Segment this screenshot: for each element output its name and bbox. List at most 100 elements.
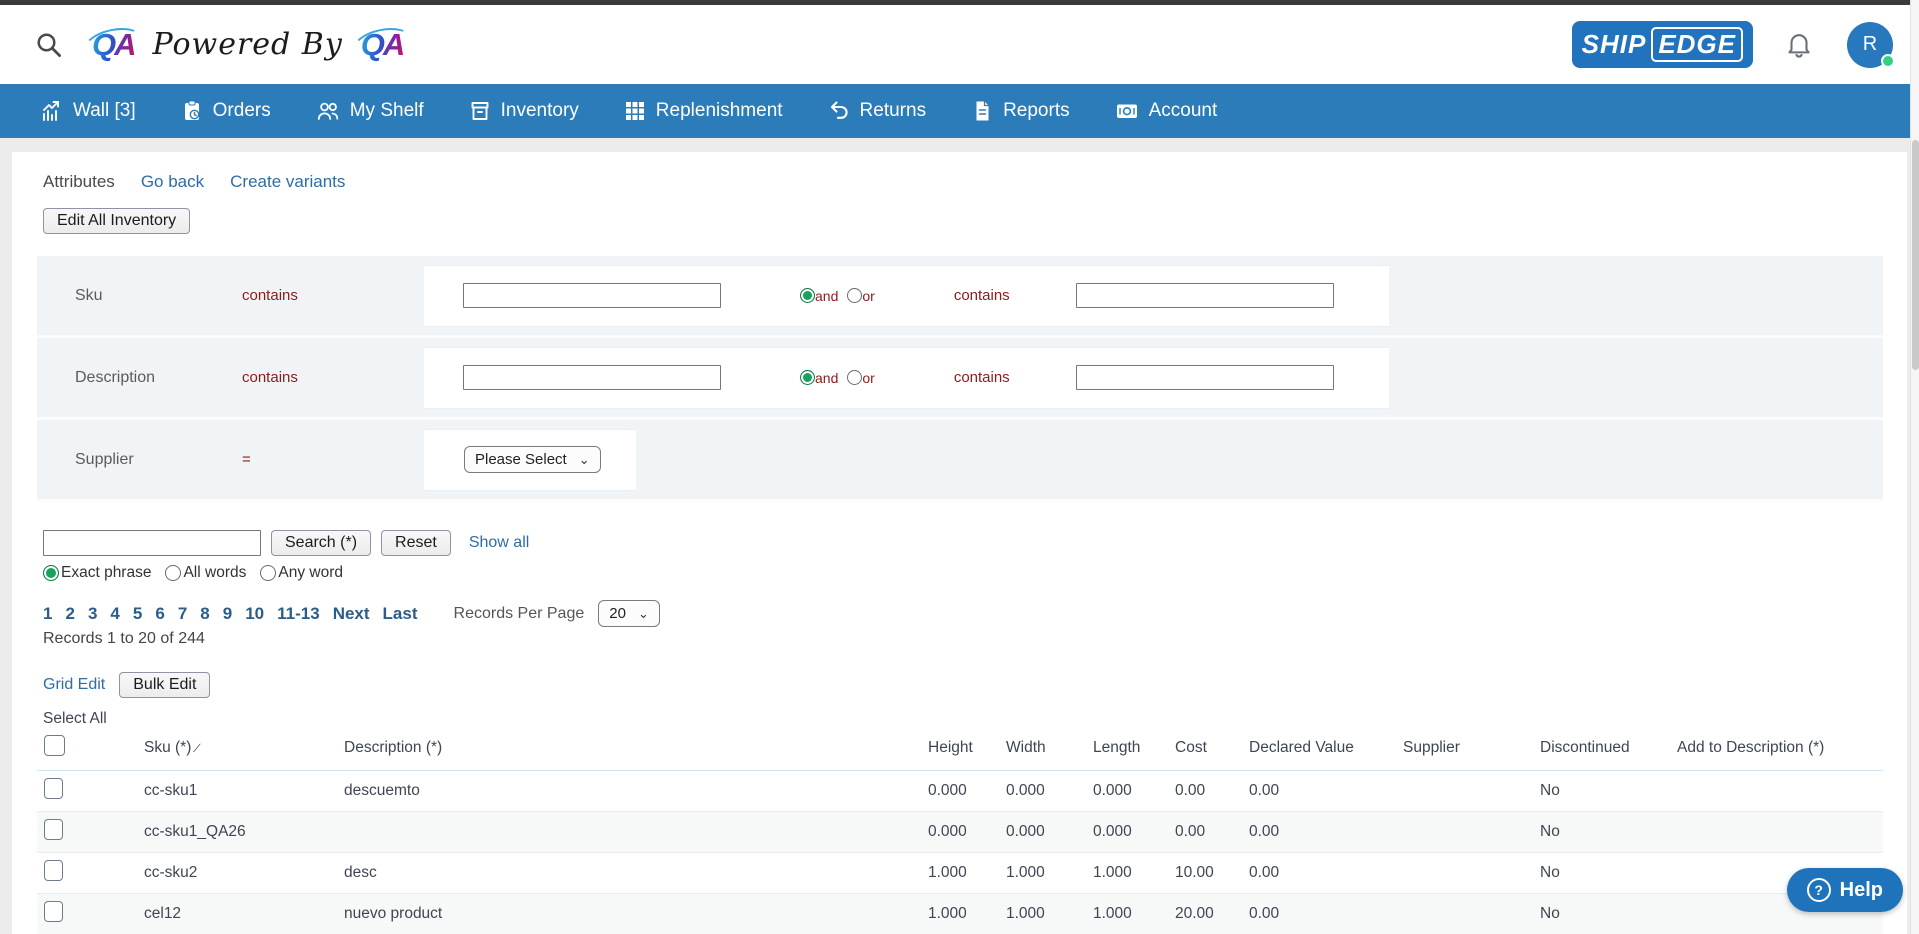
- page-title: Attributes: [43, 172, 115, 192]
- sku-contains-input-2[interactable]: [1076, 283, 1334, 308]
- page-link[interactable]: 8: [200, 604, 209, 624]
- page-link[interactable]: Next: [333, 604, 370, 624]
- page-link[interactable]: Last: [383, 604, 418, 624]
- cell-description: [344, 812, 928, 853]
- page-link[interactable]: 2: [65, 604, 74, 624]
- user-avatar[interactable]: R: [1847, 22, 1893, 68]
- sku-contains-input-1[interactable]: [463, 283, 721, 308]
- vertical-scrollbar[interactable]: [1910, 0, 1919, 934]
- shipedge-edge-text: EDGE: [1651, 27, 1743, 62]
- sku-or-radio[interactable]: [847, 288, 862, 303]
- help-button[interactable]: ? Help: [1787, 868, 1903, 912]
- page-link[interactable]: 11-13: [277, 604, 320, 624]
- description-contains-input-1[interactable]: [463, 365, 721, 390]
- company-logo: QA Powered By QA: [88, 27, 407, 63]
- column-header-add-to-description[interactable]: Add to Description (*): [1677, 730, 1883, 771]
- cell-sku: cc-sku1_QA26: [144, 812, 344, 853]
- filter-inputs-panel: and or contains: [424, 347, 1389, 409]
- shipedge-logo: SHIP EDGE: [1574, 23, 1751, 66]
- description-contains-input-2[interactable]: [1076, 365, 1334, 390]
- nav-item-label: Returns: [860, 100, 927, 122]
- column-header-sku[interactable]: Sku (*)∕: [144, 730, 344, 771]
- chevron-down-icon: ⌄: [579, 456, 590, 464]
- column-header-cost[interactable]: Cost: [1175, 730, 1249, 771]
- page-link[interactable]: 9: [223, 604, 232, 624]
- create-variants-link[interactable]: Create variants: [230, 172, 345, 192]
- scrollbar-thumb[interactable]: [1912, 140, 1919, 370]
- nav-item-inventory[interactable]: Inventory: [468, 99, 579, 123]
- search-input[interactable]: [43, 530, 261, 556]
- cell-description: descuemto: [344, 771, 928, 812]
- page-link[interactable]: 6: [155, 604, 164, 624]
- search-button[interactable]: Search (*): [271, 530, 371, 556]
- column-header-declared-value[interactable]: Declared Value: [1249, 730, 1403, 771]
- cell-length: 0.000: [1093, 812, 1175, 853]
- page-link[interactable]: 1: [43, 604, 52, 624]
- cell-sku: cc-sku1: [144, 771, 344, 812]
- page-link[interactable]: 7: [178, 604, 187, 624]
- column-header-width[interactable]: Width: [1006, 730, 1093, 771]
- column-header-discontinued[interactable]: Discontinued: [1540, 730, 1677, 771]
- bulk-edit-button[interactable]: Bulk Edit: [119, 672, 210, 698]
- row-checkbox[interactable]: [44, 860, 63, 881]
- sku-and-radio[interactable]: [800, 288, 815, 303]
- nav-item-returns[interactable]: Returns: [827, 99, 927, 123]
- nav-item-orders[interactable]: Orders: [180, 99, 271, 123]
- cell-cost: 20.00: [1175, 894, 1249, 934]
- table-row[interactable]: cc-sku1_QA26 0.000 0.000 0.000 0.00 0.00…: [37, 812, 1883, 853]
- page-link[interactable]: 10: [245, 604, 264, 624]
- nav-item-replenishment[interactable]: Replenishment: [623, 99, 783, 123]
- column-header-description[interactable]: Description (*): [344, 730, 928, 771]
- nav-item-reports[interactable]: Reports: [970, 99, 1070, 123]
- all-words-radio[interactable]: [165, 565, 181, 581]
- search-icon[interactable]: [34, 30, 64, 60]
- table-row[interactable]: cc-sku2 desc 1.000 1.000 1.000 10.00 0.0…: [37, 853, 1883, 894]
- sort-icon: ∕: [196, 741, 198, 755]
- reset-button[interactable]: Reset: [381, 530, 451, 556]
- table-row[interactable]: cc-sku1 descuemto 0.000 0.000 0.000 0.00…: [37, 771, 1883, 812]
- go-back-link[interactable]: Go back: [141, 172, 204, 192]
- bar-chart-icon: [40, 99, 64, 123]
- page-link[interactable]: 5: [133, 604, 142, 624]
- cell-width: 1.000: [1006, 894, 1093, 934]
- nav-item-my-shelf[interactable]: My Shelf: [315, 99, 424, 123]
- cell-discontinued: No: [1540, 894, 1677, 934]
- exact-phrase-radio[interactable]: [43, 565, 59, 581]
- filter-inputs-panel: Please Select ⌄: [424, 429, 636, 491]
- any-word-radio[interactable]: [260, 565, 276, 581]
- clipboard-clock-icon: [180, 99, 204, 123]
- nav-item-label: Wall [3]: [73, 100, 136, 122]
- description-and-radio[interactable]: [800, 370, 815, 385]
- page-link[interactable]: 4: [110, 604, 119, 624]
- table-row[interactable]: cel12 nuevo product 1.000 1.000 1.000 20…: [37, 894, 1883, 934]
- description-or-radio[interactable]: [847, 370, 862, 385]
- show-all-link[interactable]: Show all: [469, 534, 529, 552]
- column-header-length[interactable]: Length: [1093, 730, 1175, 771]
- column-header-height[interactable]: Height: [928, 730, 1006, 771]
- cell-cost: 0.00: [1175, 812, 1249, 853]
- records-per-page-select[interactable]: 20 ⌄: [598, 600, 660, 627]
- row-checkbox[interactable]: [44, 778, 63, 799]
- row-checkbox[interactable]: [44, 819, 63, 840]
- cell-add-to-description: [1677, 771, 1883, 812]
- notifications-bell-icon[interactable]: [1785, 30, 1813, 60]
- grid-edit-link[interactable]: Grid Edit: [43, 676, 105, 694]
- column-header-supplier[interactable]: Supplier: [1403, 730, 1540, 771]
- cell-description: desc: [344, 853, 928, 894]
- nav-item-account[interactable]: Account: [1114, 99, 1218, 123]
- nav-item-wall[interactable]: Wall [3]: [40, 99, 136, 123]
- filter-operator-label: contains: [242, 369, 424, 386]
- supplier-select[interactable]: Please Select ⌄: [464, 446, 601, 473]
- row-checkbox[interactable]: [44, 901, 63, 922]
- filter-field-label: Supplier: [37, 451, 242, 469]
- edit-all-inventory-button[interactable]: Edit All Inventory: [43, 208, 190, 234]
- select-all-checkbox[interactable]: [44, 735, 65, 756]
- filter-block: Sku contains and or contains Description: [37, 256, 1883, 502]
- question-mark-icon: ?: [1807, 878, 1831, 902]
- online-status-dot: [1881, 54, 1895, 68]
- pagination-pages: 123456789 10 11-13 Next Last: [43, 604, 418, 624]
- filter-operator2-label: contains: [954, 287, 1010, 304]
- cell-height: 1.000: [928, 853, 1006, 894]
- match-option-label: Any word: [278, 564, 343, 582]
- page-link[interactable]: 3: [88, 604, 97, 624]
